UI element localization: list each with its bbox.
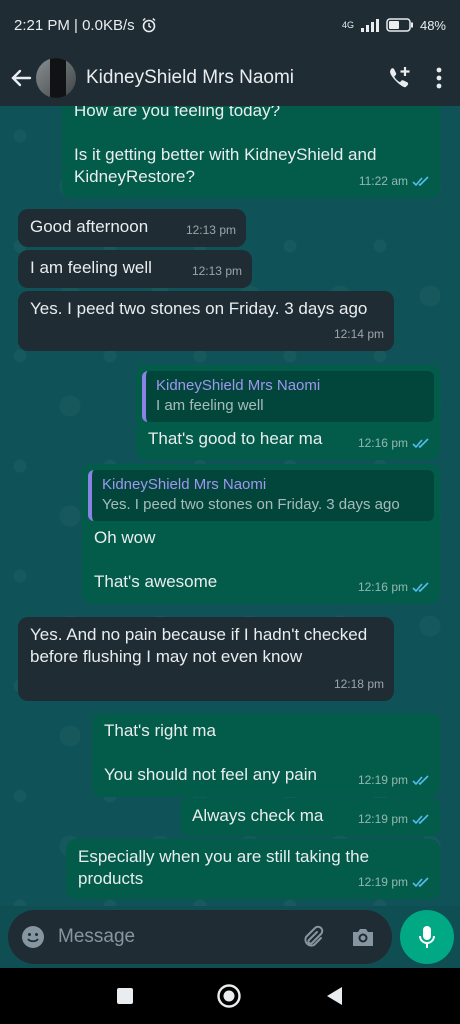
quoted-sender: KidneyShield Mrs Naomi [102,476,267,493]
read-ticks-icon [412,437,429,448]
message-bubble[interactable]: Especially when you are still taking the… [66,839,440,899]
message-time: 12:13 pm [191,264,242,278]
message-time: 12:13 pm [185,223,236,237]
add-call-icon[interactable] [386,65,412,91]
message-bubble[interactable]: Good afternoon 12:13 pm [18,209,246,247]
message-meta: 11:22 am [359,170,430,192]
message-time: 12:19 pm [357,875,408,889]
composer-bar: Message [0,906,460,968]
message-text: Yes. I peed two stones on Friday. 3 days… [30,299,368,318]
message-bubble[interactable]: That's right ma You should not feel any … [92,713,440,797]
message-meta: 12:13 pm [186,219,236,241]
message-bubble[interactable]: KidneyShield Mrs Naomi I am feeling well… [136,365,440,460]
quoted-message[interactable]: KidneyShield Mrs Naomi I am feeling well [142,371,434,422]
quoted-text: I am feeling well [156,397,264,414]
message-meta: 12:19 pm [358,769,430,791]
quoted-text: Yes. I peed two stones on Friday. 3 days… [102,496,400,513]
status-time-speed: 2:21 PM | 0.0KB/s [14,16,135,34]
message-bubble[interactable]: How are you feeling today? Is it getting… [62,106,440,198]
recents-square-icon[interactable] [116,987,134,1005]
message-meta: 12:18 pm [334,673,384,695]
message-placeholder: Message [58,926,136,947]
menu-dots-icon[interactable] [436,67,442,89]
message-time: 11:22 am [358,174,408,188]
contact-name[interactable]: KidneyShield Mrs Naomi [86,67,294,89]
quoted-message[interactable]: KidneyShield Mrs Naomi Yes. I peed two s… [88,470,434,521]
message-bubble[interactable]: KidneyShield Mrs Naomi Yes. I peed two s… [82,464,440,604]
chat-area[interactable]: How are you feeling today? Is it getting… [0,106,460,906]
camera-icon[interactable] [350,925,376,949]
avatar[interactable] [36,58,76,98]
read-ticks-icon [412,175,429,186]
system-nav-bar [0,968,460,1024]
back-triangle-icon[interactable] [324,985,344,1007]
mic-button[interactable] [400,910,454,964]
message-meta: 12:13 pm [192,260,242,282]
read-ticks-icon [412,774,429,785]
signal-icon [360,19,379,32]
message-bubble[interactable]: Yes. I peed two stones on Friday. 3 days… [18,291,394,351]
mic-icon [419,926,435,948]
message-bubble[interactable]: Always check ma 12:19 pm [180,798,440,836]
message-meta: 12:16 pm [358,576,430,598]
message-time: 12:19 pm [357,773,408,787]
alarm-icon [142,17,156,33]
message-text: Yes. And no pain because if I hadn't che… [30,625,372,666]
read-ticks-icon [412,581,429,592]
battery-icon [386,18,413,32]
quoted-sender: KidneyShield Mrs Naomi [156,377,321,394]
home-circle-icon[interactable] [216,983,242,1009]
back-arrow-icon [11,69,32,87]
message-time: 12:14 pm [333,327,384,341]
message-meta: 12:19 pm [358,808,430,830]
back-button[interactable] [8,68,34,88]
message-meta: 12:16 pm [358,432,430,454]
battery-percent: 48% [419,17,446,33]
message-input[interactable]: Message [8,910,392,964]
message-bubble[interactable]: Yes. And no pain because if I hadn't che… [18,617,394,701]
network-type: 4G [341,20,354,30]
status-bar: 2:21 PM | 0.0KB/s 4G 48% [0,0,460,50]
message-time: 12:16 pm [357,580,408,594]
read-ticks-icon [412,876,429,887]
message-time: 12:18 pm [333,677,384,691]
message-time: 12:19 pm [357,812,408,826]
message-time: 12:16 pm [357,436,408,450]
attach-icon[interactable] [300,925,324,949]
emoji-icon[interactable] [20,924,46,950]
read-ticks-icon [412,813,429,824]
message-meta: 12:14 pm [334,323,384,345]
chat-header: KidneyShield Mrs Naomi [0,50,460,106]
message-bubble[interactable]: I am feeling well 12:13 pm [18,250,252,288]
message-meta: 12:19 pm [358,871,430,893]
